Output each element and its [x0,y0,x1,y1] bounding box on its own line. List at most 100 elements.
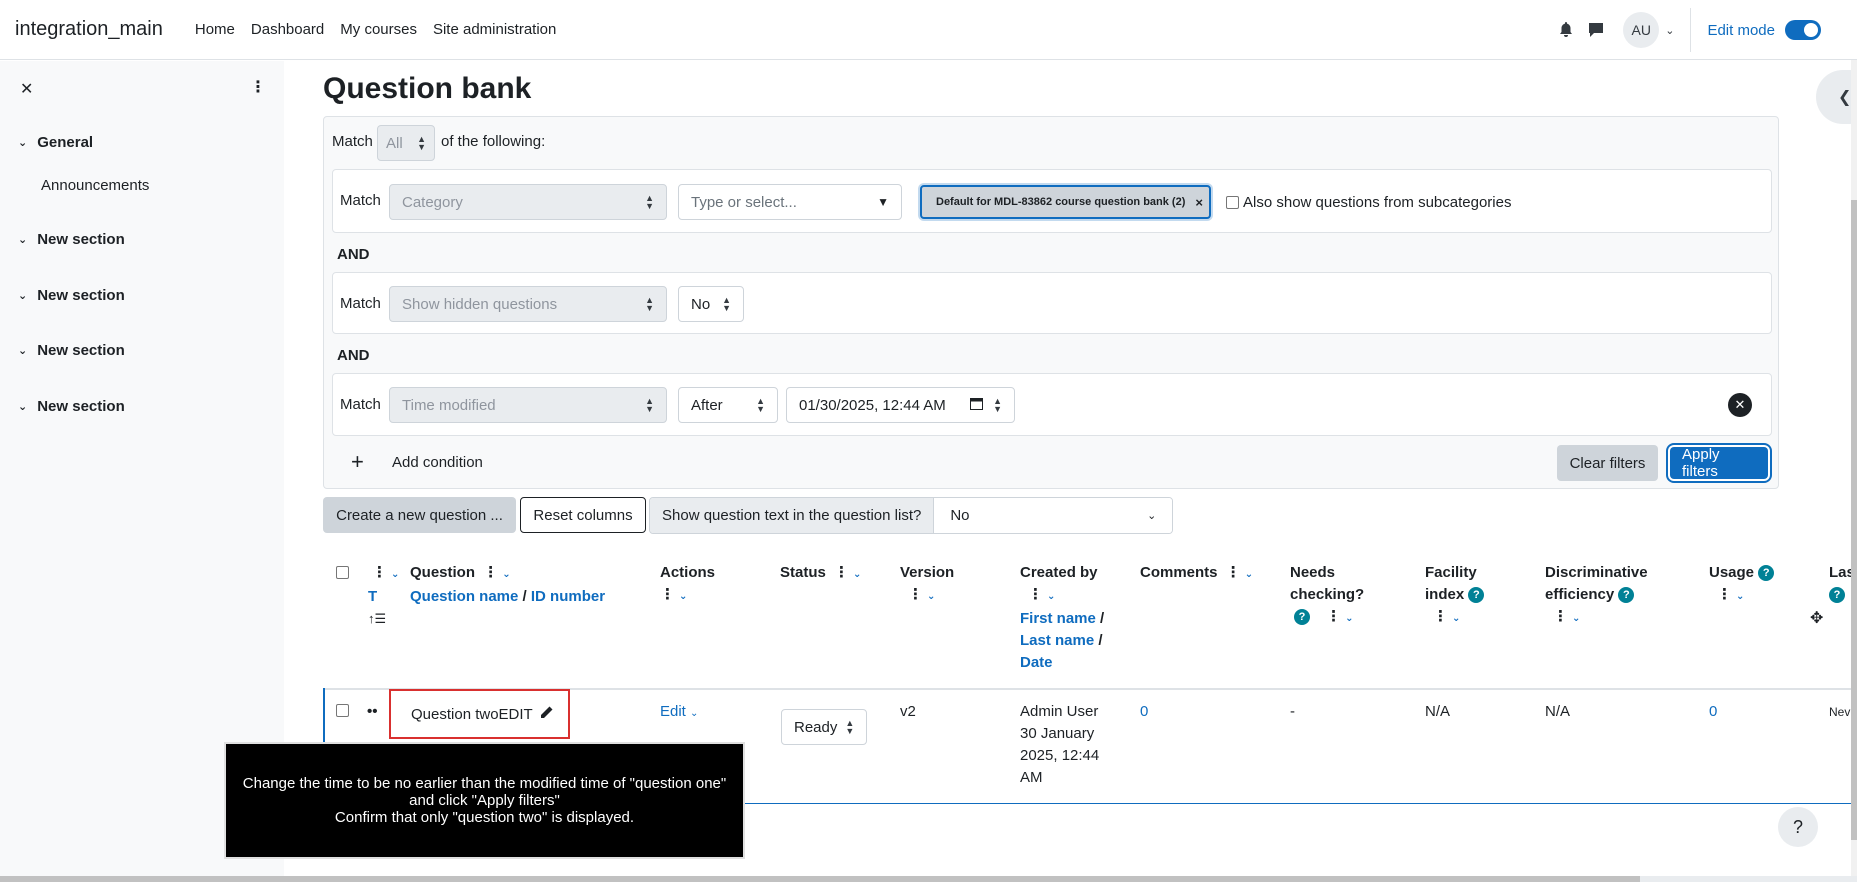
sort-type-link[interactable]: T [368,588,377,605]
hidden-value-select[interactable]: No ▲ ▼ [678,286,744,322]
sort-date-link[interactable]: Date [1020,654,1053,671]
help-icon[interactable]: ? [1294,609,1310,626]
bell-icon[interactable] [1551,15,1581,45]
category-autocomplete-input[interactable]: Type or select... ▼ [678,184,902,220]
reset-columns-button[interactable]: Reset columns [520,497,646,533]
match-label: Match [340,295,381,312]
select-all-checkbox[interactable] [336,566,349,579]
selected-category-chip[interactable]: Default for MDL-83862 course question ba… [920,185,1211,219]
chevron-down-icon[interactable]: ⌄ [1452,613,1460,624]
sort-last-name-link[interactable]: Last name [1020,632,1094,649]
row-comments[interactable]: 0 [1140,701,1148,723]
plus-icon[interactable]: + [351,449,364,475]
time-operator-select[interactable]: After ▲ ▼ [678,387,778,423]
pencil-icon[interactable] [539,705,554,724]
avatar[interactable]: AU [1623,12,1660,48]
updown-icon[interactable]: ▲ ▼ [993,397,1002,414]
help-icon[interactable]: ? [1758,565,1775,582]
condition-type-select[interactable]: Category ▲ ▼ [389,184,667,220]
status-select[interactable]: Ready ▲ ▼ [781,709,867,745]
kebab-menu-icon[interactable]: ⋮ [908,584,923,606]
kebab-menu-icon[interactable]: ⋮ [660,584,675,606]
chevron-down-icon: ⌄ [18,137,28,149]
remove-chip-icon[interactable]: × [1195,195,1203,210]
row-usage[interactable]: 0 [1709,701,1717,723]
toggle-switch[interactable] [1785,20,1821,40]
nav-home[interactable]: Home [195,21,235,38]
kebab-menu-icon[interactable]: ⋮ [834,562,849,584]
kebab-menu-icon[interactable]: ⋮ [1717,584,1732,606]
chevron-down-icon[interactable]: ⌄ [927,591,935,602]
show-question-text-select[interactable]: No ⌄ [934,498,1173,533]
subcategories-checkbox[interactable] [1226,196,1239,209]
chevron-down-icon[interactable]: ⌄ [1345,613,1353,624]
nav-site-administration[interactable]: Site administration [433,21,556,38]
close-icon[interactable]: ✕ [20,79,33,99]
help-button[interactable]: ? [1778,807,1818,847]
help-icon[interactable]: ? [1829,587,1845,604]
instruction-overlay: Change the time to be no earlier than th… [224,742,745,859]
condition-time-modified: Match Time modified ▲ ▼ After ▲ ▼ 01/30/20… [332,373,1772,436]
apply-filters-button[interactable]: Apply filters [1670,446,1768,480]
row-select-checkbox[interactable] [336,704,349,717]
help-icon[interactable]: ? [1468,587,1485,604]
question-name-cell[interactable]: Question twoEDIT [389,689,570,739]
chevron-down-icon[interactable]: ⌄ [1245,569,1253,580]
chevron-down-icon[interactable]: ⌄ [1572,613,1580,624]
chevron-down-icon[interactable]: ⌄ [1047,591,1055,602]
kebab-menu-icon[interactable]: ⋮ [483,562,498,584]
kebab-menu-icon[interactable]: ⋮ [250,77,266,97]
chevron-down-icon[interactable]: ⌄ [679,591,687,602]
drawer-section-new-4[interactable]: ⌄ New section [18,398,125,415]
col-discriminative-efficiency-header: Discriminative efficiency ? ⋮ ⌄ [1545,562,1648,630]
remove-condition-icon[interactable]: ✕ [1728,393,1752,417]
kebab-menu-icon[interactable]: ⋮ [1226,562,1241,584]
row-actions[interactable]: Edit ⌄ [660,701,698,725]
chevron-down-icon[interactable]: ⌄ [502,569,510,580]
horizontal-scrollbar[interactable] [0,876,1857,882]
edit-mode-toggle[interactable]: Edit mode [1707,20,1821,40]
help-icon[interactable]: ? [1618,587,1635,604]
subcategories-option: Also show questions from subcategories [1226,194,1511,211]
create-question-button[interactable]: Create a new question ... [323,497,516,533]
chevron-down-icon[interactable]: ⌄ [391,569,399,580]
sort-question-name-link[interactable]: Question name [410,588,518,605]
drawer-section-new-2[interactable]: ⌄ New section [18,287,125,304]
vertical-scrollbar[interactable] [1851,60,1857,876]
kebab-menu-icon[interactable]: ⋮ [372,562,387,584]
sort-first-name-link[interactable]: First name [1020,610,1096,627]
nav-dashboard[interactable]: Dashboard [251,21,324,38]
kebab-menu-icon[interactable]: ⋮ [1553,606,1568,628]
calendar-icon[interactable] [970,397,984,414]
site-name[interactable]: integration_main [15,18,163,41]
updown-icon: ▲ ▼ [645,193,654,211]
col-created-by-header: Created by ⋮ ⌄ First name / Last name / D… [1020,564,1105,671]
messages-icon[interactable] [1581,15,1611,45]
kebab-menu-icon[interactable]: ⋮ [1028,584,1043,606]
drawer-section-general[interactable]: ⌄ General [18,134,93,151]
kebab-menu-icon[interactable]: ⋮ [1326,606,1341,628]
scrollbar-thumb[interactable] [1851,200,1857,840]
chevron-down-icon: ⌄ [690,708,699,719]
datetime-input[interactable]: 01/30/2025, 12:44 AM ▲ ▼ [786,387,1015,423]
drag-handle-icon[interactable]: •• [367,703,378,720]
kebab-menu-icon[interactable]: ⋮ [1433,606,1448,628]
of-following-label: of the following: [441,133,546,150]
condition-type-select[interactable]: Time modified ▲ ▼ [389,387,667,423]
sort-id-number-link[interactable]: ID number [531,588,605,605]
scrollbar-thumb[interactable] [0,876,1640,882]
drawer-item-announcements[interactable]: Announcements [41,177,149,194]
sort-asc-icon[interactable]: ↑☰ [368,611,386,626]
chevron-down-icon[interactable]: ⌄ [1736,591,1744,602]
chevron-down-icon[interactable]: ⌄ [1665,24,1674,37]
clear-filters-button[interactable]: Clear filters [1557,445,1658,481]
move-icon[interactable]: ✥ [1810,608,1823,628]
condition-type-select[interactable]: Show hidden questions ▲ ▼ [389,286,667,322]
nav-my-courses[interactable]: My courses [340,21,417,38]
add-condition-button[interactable]: Add condition [392,454,483,471]
match-all-select[interactable]: All ▲ ▼ [377,125,435,161]
chevron-down-icon[interactable]: ⌄ [853,569,861,580]
drawer-section-new-1[interactable]: ⌄ New section [18,231,125,248]
chevron-down-icon: ⌄ [18,401,28,413]
drawer-section-new-3[interactable]: ⌄ New section [18,342,125,359]
